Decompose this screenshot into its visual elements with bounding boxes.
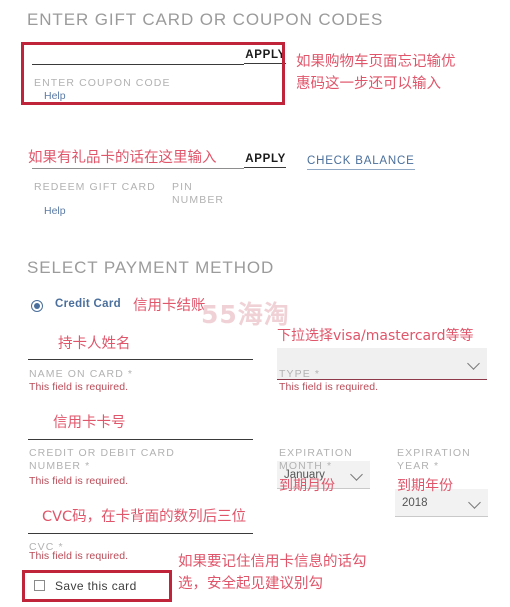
annotation-exp-month-note: 到期月份 <box>279 478 335 494</box>
annotation-type-note: 下拉选择visa/mastercard等等 <box>277 328 474 344</box>
coupon-code-input[interactable] <box>32 48 244 65</box>
chevron-down-icon <box>467 356 480 370</box>
save-card-label: Save this card <box>55 579 137 593</box>
card-number-input[interactable] <box>28 423 253 440</box>
pin-number-label: PIN NUMBER <box>172 181 225 206</box>
expiration-year-label: EXPIRATION YEAR * <box>397 447 471 472</box>
coupon-code-label: ENTER COUPON CODE <box>34 77 171 89</box>
annotation-coupon-note: 如果购物车页面忘记输优 惠码这一步还可以输入 <box>296 54 456 92</box>
name-on-card-input[interactable] <box>28 343 253 360</box>
payment-section-heading: SELECT PAYMENT METHOD <box>27 258 275 277</box>
redeem-gift-card-input[interactable] <box>32 152 244 169</box>
annotation-exp-year-note: 到期年份 <box>397 478 453 494</box>
card-number-label: CREDIT OR DEBIT CARD NUMBER * <box>29 447 175 472</box>
card-type-error: This field is required. <box>279 381 379 393</box>
card-number-error: This field is required. <box>29 475 129 487</box>
annotation-save-card-note: 如果要记住信用卡信息的话勾 选，安全起见建议别勾 <box>178 554 367 592</box>
expiration-year-value: 2018 <box>402 496 428 509</box>
name-on-card-error: This field is required. <box>29 381 129 393</box>
chevron-down-icon <box>468 495 481 509</box>
save-card-checkbox[interactable] <box>34 580 45 591</box>
giftcard-section-heading: ENTER GIFT CARD OR COUPON CODES <box>27 10 384 29</box>
name-on-card-label: NAME ON CARD * <box>29 368 134 380</box>
card-type-label: TYPE * <box>279 368 321 380</box>
check-balance-link[interactable]: CHECK BALANCE <box>307 155 415 170</box>
credit-card-radio[interactable] <box>31 300 43 312</box>
expiration-month-label: EXPIRATION MONTH * <box>279 447 353 472</box>
coupon-apply-button[interactable]: APPLY <box>244 49 286 64</box>
coupon-help-link[interactable]: Help <box>44 90 66 102</box>
cvc-input[interactable] <box>28 517 253 534</box>
annotation-credit-card-note: 信用卡结账 <box>133 298 206 314</box>
giftcard-apply-button[interactable]: APPLY <box>244 153 286 168</box>
cvc-error: This field is required. <box>29 550 129 562</box>
credit-card-radio-label: Credit Card <box>55 298 121 310</box>
redeem-gift-card-label: REDEEM GIFT CARD <box>34 181 156 193</box>
giftcard-help-link[interactable]: Help <box>44 205 66 217</box>
